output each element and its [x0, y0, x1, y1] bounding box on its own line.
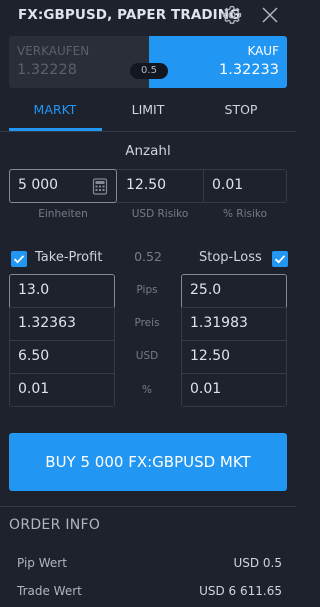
close-icon[interactable] [260, 5, 280, 25]
sl-usd-value: 12.50 [190, 348, 231, 364]
active-tab-indicator [9, 128, 102, 131]
sell-buy-selector: VERKAUFEN 1.32228 KAUF 1.32233 0.5 [9, 36, 287, 88]
buy-button[interactable]: KAUF 1.32233 [149, 36, 287, 88]
divider [0, 506, 296, 507]
tp-usd-input[interactable]: 6.50 [9, 340, 115, 374]
buy-price: 1.32233 [219, 62, 279, 78]
pct-row-label: % [142, 384, 152, 396]
usd-risk-input[interactable]: 12.50 [118, 170, 204, 202]
spread-badge: 0.5 [130, 63, 168, 79]
sl-usd-input[interactable]: 12.50 [181, 340, 287, 374]
tp-pct-input[interactable]: 0.01 [9, 373, 115, 407]
tp-price-value: 1.32363 [18, 315, 76, 331]
panel-header: FX:GBPUSD, PAPER TRADING [0, 0, 296, 30]
gear-icon[interactable] [221, 4, 243, 26]
trade-value: USD 6 611.65 [199, 584, 282, 598]
usd-risk-label: USD Risiko [131, 208, 189, 220]
tp-usd-value: 6.50 [18, 348, 50, 364]
pip-value-label: Pip Wert [17, 556, 67, 570]
sell-label: VERKAUFEN [17, 44, 90, 58]
usd-row-label: USD [135, 350, 159, 362]
sl-price-input[interactable]: 1.31983 [181, 307, 287, 341]
tab-stop[interactable]: STOP [195, 102, 287, 117]
check-icon [274, 255, 286, 264]
tp-pct-value: 0.01 [18, 381, 50, 397]
sell-button[interactable]: VERKAUFEN 1.32228 [9, 36, 149, 88]
quantity-title: Anzahl [125, 143, 171, 159]
pips-row-label: Pips [136, 284, 158, 296]
sell-price: 1.32228 [17, 62, 77, 78]
units-label: Einheiten [38, 208, 88, 220]
sl-pct-input[interactable]: 0.01 [181, 373, 287, 407]
tab-market[interactable]: MARKT [9, 102, 101, 117]
pip-value: USD 0.5 [233, 556, 282, 570]
buy-label: KAUF [247, 44, 279, 58]
tp-pips-input[interactable]: 13.0 [9, 274, 115, 308]
calculator-icon[interactable] [92, 178, 108, 195]
stop-loss-checkbox[interactable] [272, 251, 288, 267]
units-value: 5 000 [18, 177, 59, 193]
panel-title: FX:GBPUSD, PAPER TRADING [18, 7, 241, 23]
take-profit-checkbox[interactable] [11, 251, 27, 267]
usd-risk-value: 12.50 [126, 177, 167, 193]
place-order-button[interactable]: BUY 5 000 FX:GBPUSD MKT [9, 433, 287, 491]
tp-price-input[interactable]: 1.32363 [9, 307, 115, 341]
tp-pips-value: 13.0 [18, 282, 50, 298]
pct-risk-value: 0.01 [212, 177, 244, 193]
tab-limit[interactable]: LIMIT [102, 102, 194, 117]
sl-pct-value: 0.01 [190, 381, 222, 397]
sl-pips-input[interactable]: 25.0 [181, 274, 287, 308]
units-input[interactable]: 5 000 [9, 169, 117, 203]
pct-risk-input[interactable]: 0.01 [204, 170, 286, 202]
price-row-label: Preis [134, 317, 160, 329]
check-icon [13, 255, 25, 264]
sl-pips-value: 25.0 [190, 282, 222, 298]
order-info-title: ORDER INFO [9, 517, 101, 533]
trade-value-label: Trade Wert [17, 584, 82, 598]
stop-loss-label[interactable]: Stop-Loss [199, 250, 262, 265]
sl-price-value: 1.31983 [190, 315, 248, 331]
quantity-inputs: 5 000 12.50 0.01 [9, 169, 287, 203]
pct-risk-label: % Risiko [222, 208, 268, 220]
risk-reward-ratio: 0.52 [134, 249, 162, 264]
order-type-tabs: MARKT LIMIT STOP [0, 96, 296, 132]
take-profit-label[interactable]: Take-Profit [35, 250, 102, 265]
